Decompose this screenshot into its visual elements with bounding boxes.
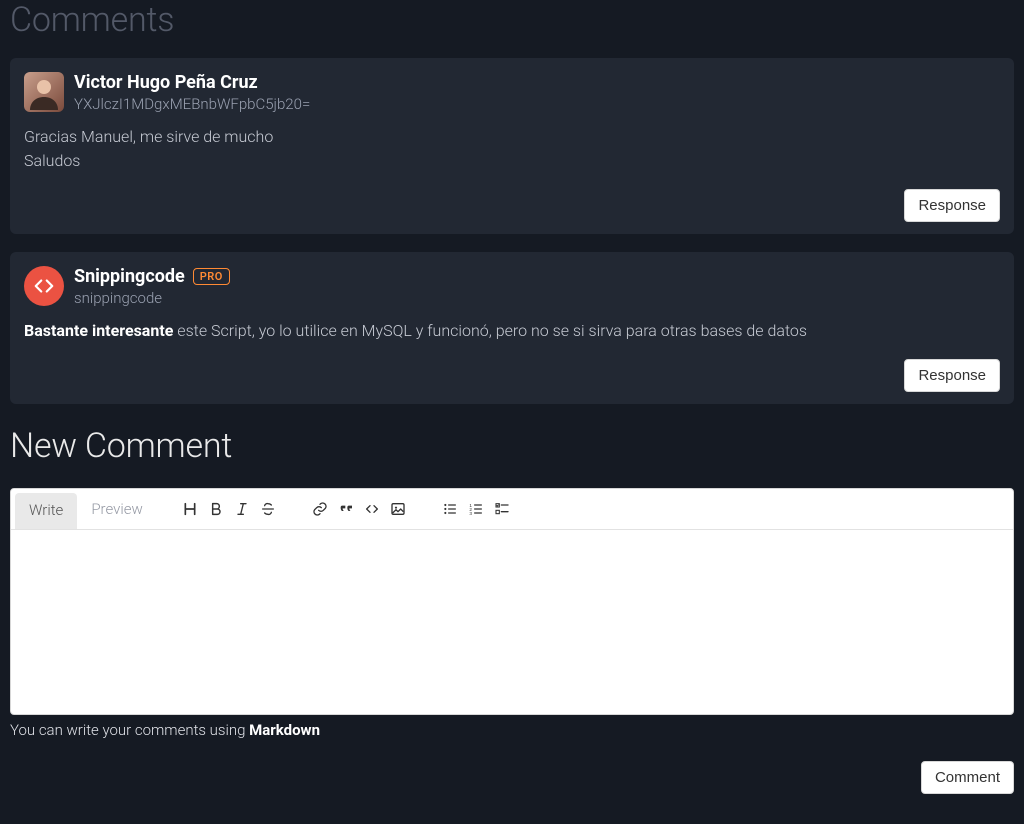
comment-body: Gracias Manuel, me sirve de muchoSaludos <box>24 125 1000 173</box>
comment-submit-button[interactable]: Comment <box>921 761 1014 794</box>
strike-icon[interactable] <box>255 494 281 524</box>
comment-textarea[interactable] <box>11 530 1013 710</box>
link-icon[interactable] <box>307 494 333 524</box>
comment-card: Victor Hugo Peña Cruz YXJlczI1MDgxMEBnbW… <box>10 58 1014 234</box>
tasklist-icon[interactable] <box>489 494 515 524</box>
comment-card: Snippingcode PRO snippingcode Bastante i… <box>10 252 1014 404</box>
quote-icon[interactable] <box>333 494 359 524</box>
author-handle: snippingcode <box>74 289 230 307</box>
author-handle: YXJlczI1MDgxMEBnbWFpbC5jb20= <box>74 95 310 113</box>
markdown-hint: You can write your comments using Markdo… <box>10 721 1014 739</box>
hint-text: You can write your comments using <box>10 721 249 739</box>
pro-badge: PRO <box>193 268 230 285</box>
new-comment-title: New Comment <box>10 426 1014 466</box>
tab-preview[interactable]: Preview <box>77 490 156 528</box>
svg-text:3: 3 <box>469 511 472 516</box>
tab-write[interactable]: Write <box>15 493 77 529</box>
avatar <box>24 72 64 112</box>
italic-icon[interactable] <box>229 494 255 524</box>
bold-icon[interactable] <box>203 494 229 524</box>
comment-editor: Write Preview <box>10 488 1014 715</box>
editor-tabs: Write Preview <box>11 489 1013 530</box>
comment-body: Bastante interesante este Script, yo lo … <box>24 319 1000 343</box>
image-icon[interactable] <box>385 494 411 524</box>
comments-title: Comments <box>10 0 1014 40</box>
author-name: Victor Hugo Peña Cruz <box>74 72 258 93</box>
hint-strong: Markdown <box>249 721 320 739</box>
response-button[interactable]: Response <box>904 189 1000 222</box>
user-icon <box>26 74 62 110</box>
ul-icon[interactable] <box>437 494 463 524</box>
ol-icon[interactable]: 123 <box>463 494 489 524</box>
header-icon[interactable] <box>177 494 203 524</box>
avatar <box>24 266 64 306</box>
response-button[interactable]: Response <box>904 359 1000 392</box>
code-icon[interactable] <box>359 494 385 524</box>
author-name: Snippingcode <box>74 266 185 287</box>
code-brand-icon <box>33 275 55 297</box>
